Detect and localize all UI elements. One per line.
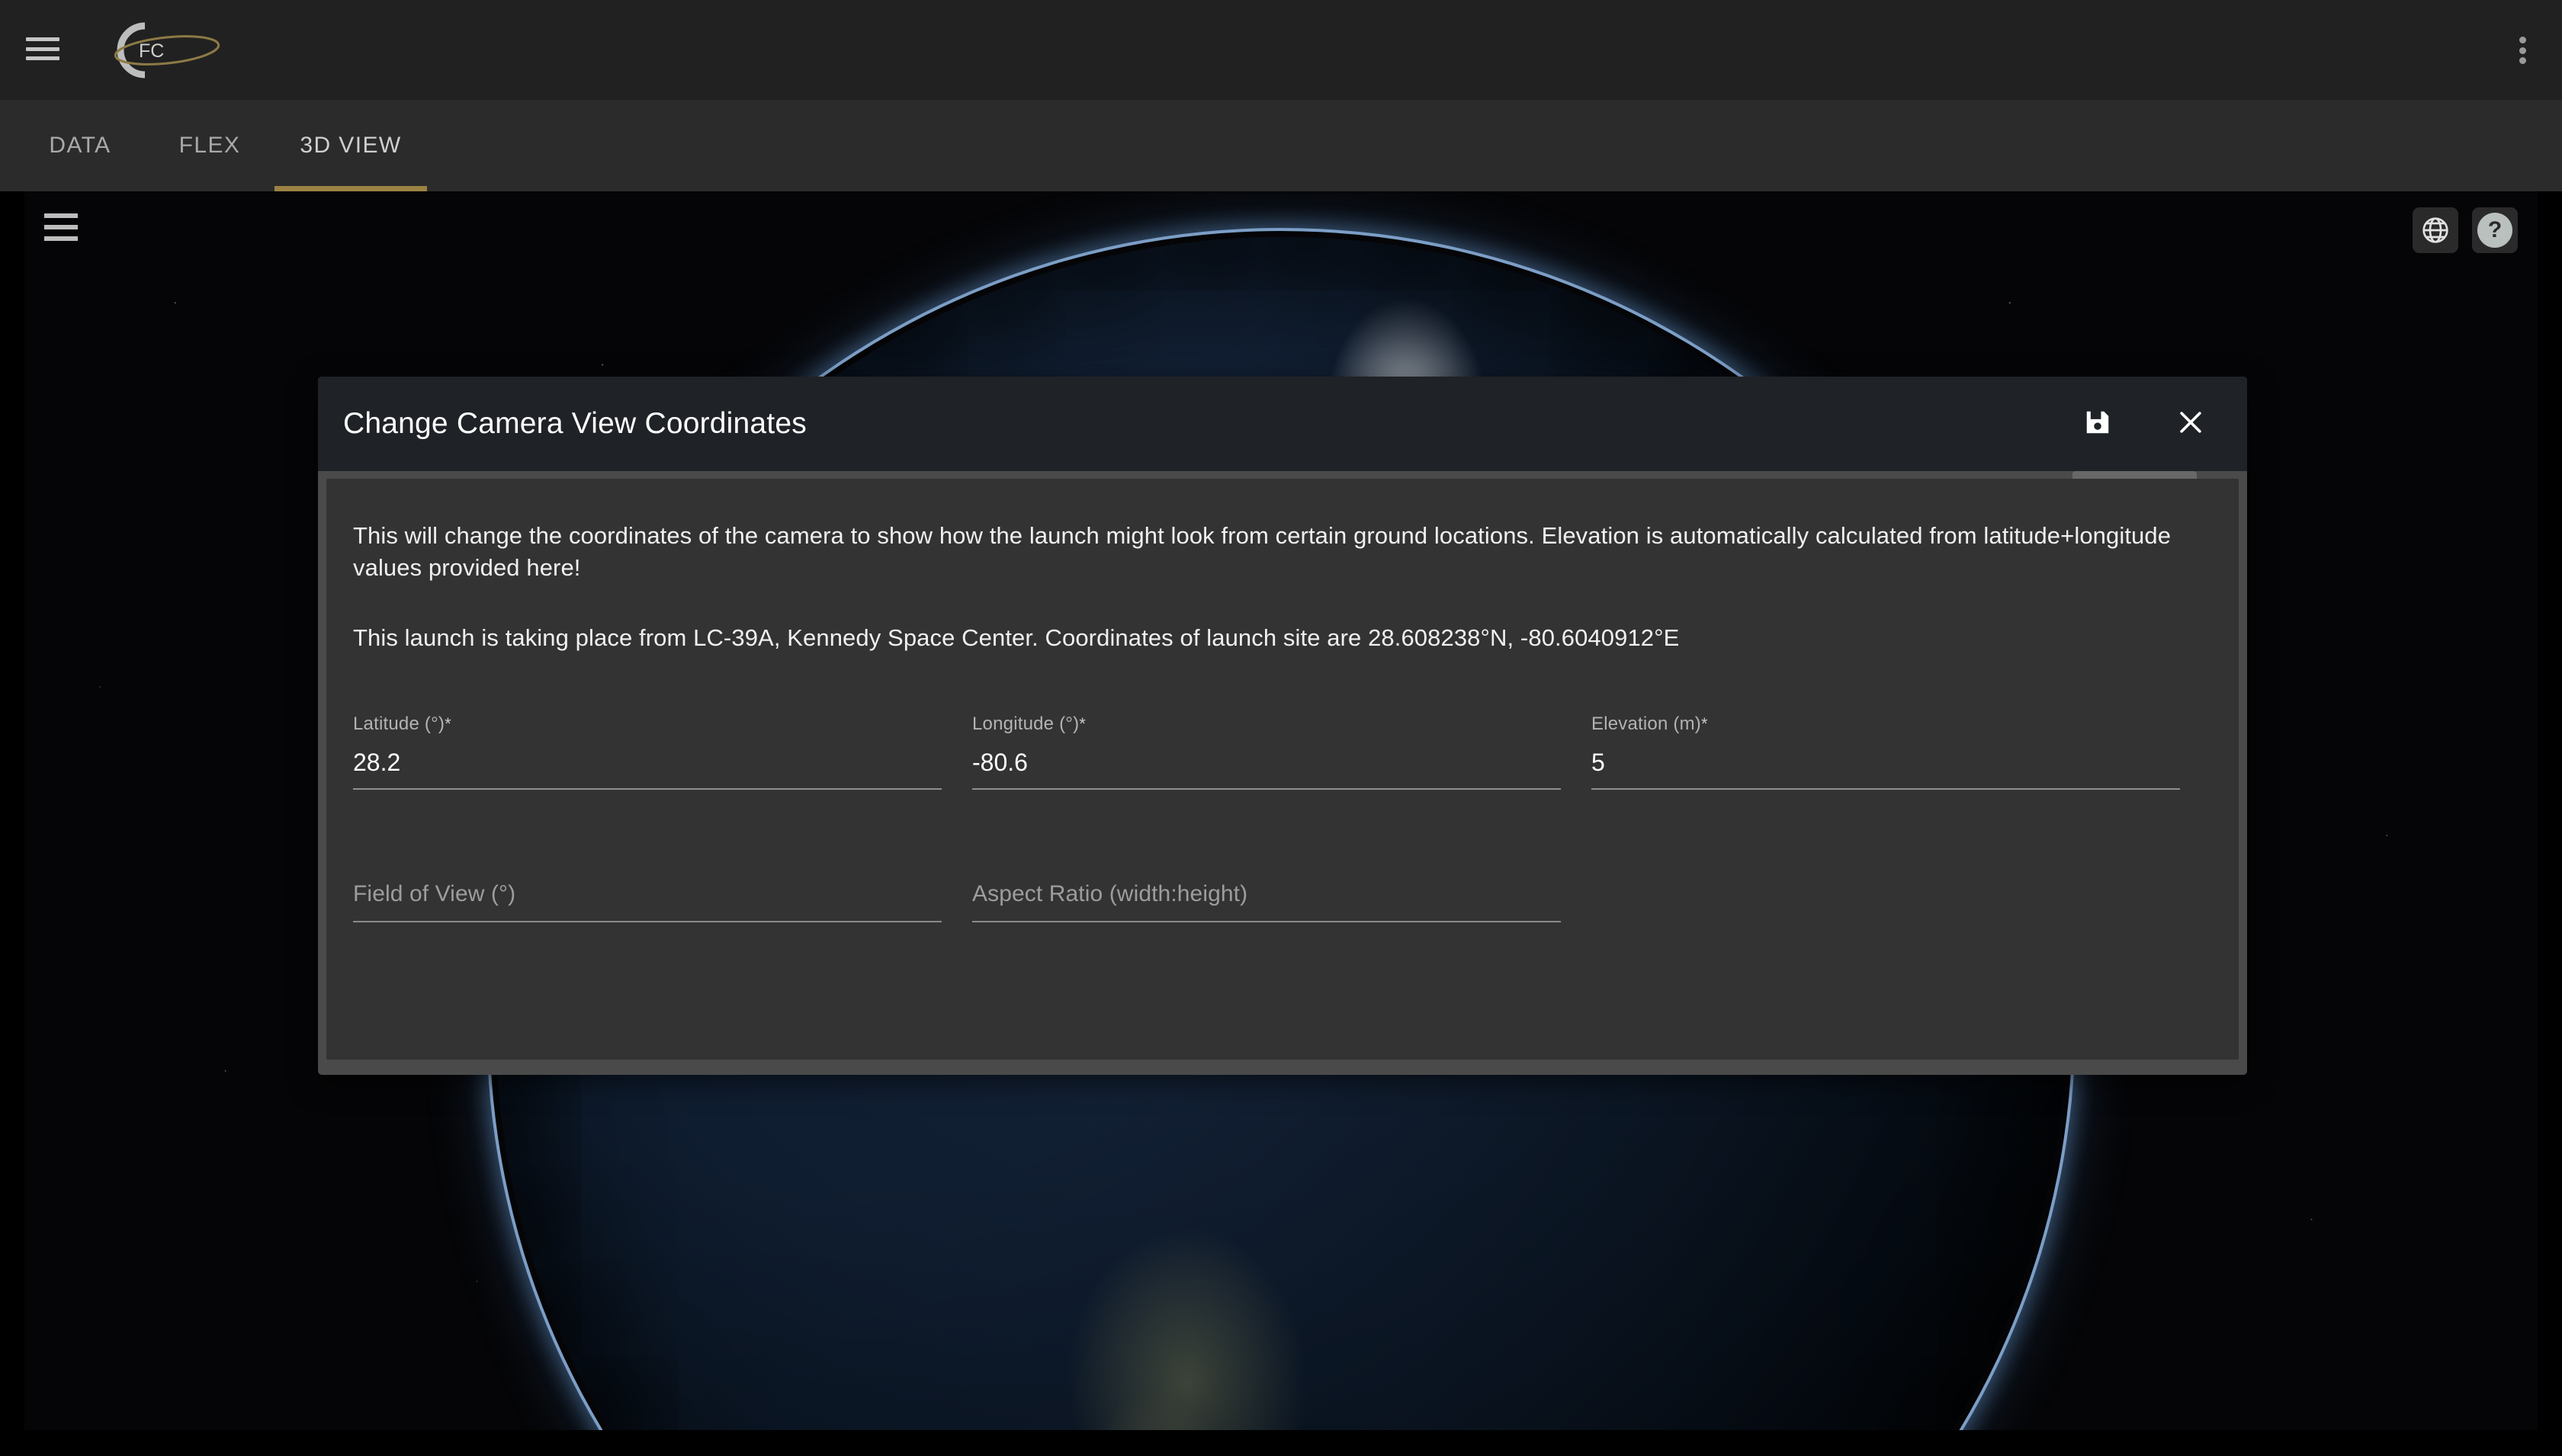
question-mark-icon: ? (2477, 213, 2512, 248)
longitude-field[interactable]: Longitude (°)* -80.6 (972, 714, 1561, 790)
elevation-field[interactable]: Elevation (m)* 5 (1591, 714, 2180, 790)
elevation-underline (1591, 787, 2180, 790)
tab-data-label: DATA (49, 133, 111, 158)
elevation-input[interactable]: 5 (1591, 749, 2180, 782)
aspect-ratio-field[interactable]: Aspect Ratio (width:height) (972, 881, 1561, 922)
latitude-underline (353, 787, 942, 790)
elevation-label: Elevation (m)* (1591, 714, 2180, 736)
dialog-description-1: This will change the coordinates of the … (353, 522, 2172, 581)
viewport-toolbar: ? (2413, 207, 2518, 253)
viewport-hamburger-icon[interactable] (44, 213, 78, 241)
latitude-input[interactable]: 28.2 (353, 749, 942, 782)
help-button-label: ? (2487, 217, 2503, 242)
camera-fields-row: Field of View (°) Aspect Ratio (width:he… (353, 881, 2212, 922)
close-x-icon (2176, 408, 2205, 441)
save-floppy-icon (2083, 408, 2112, 441)
save-button[interactable] (2078, 404, 2117, 444)
longitude-underline (972, 787, 1561, 790)
tab-data[interactable]: DATA (30, 100, 130, 191)
latitude-label-text: Latitude (°) (353, 713, 445, 734)
tab-3d-view[interactable]: 3D VIEW (274, 100, 427, 191)
dialog-body-frame: This will change the coordinates of the … (318, 471, 2247, 1075)
dialog-title: Change Camera View Coordinates (343, 407, 807, 440)
latitude-field[interactable]: Latitude (°)* 28.2 (353, 714, 942, 790)
app-header: FC (0, 0, 2562, 100)
hamburger-icon[interactable] (26, 34, 59, 64)
active-tab-indicator (274, 186, 427, 191)
svg-text:FC: FC (139, 40, 164, 62)
tab-flex[interactable]: FLEX (160, 100, 259, 191)
elevation-label-text: Elevation (m) (1591, 713, 1701, 734)
help-button[interactable]: ? (2472, 207, 2518, 253)
app-root: FC DATA FLEX 3D VIEW ? Change Camera Vie… (0, 0, 2562, 1456)
dialog-header: Change Camera View Coordinates (318, 377, 2247, 502)
dialog-description-2: This launch is taking place from LC-39A,… (353, 624, 1680, 651)
field-of-view-field[interactable]: Field of View (°) (353, 881, 942, 922)
longitude-label: Longitude (°)* (972, 714, 1561, 736)
globe-view-button[interactable] (2413, 207, 2458, 253)
globe-icon (2420, 215, 2451, 245)
coordinate-fields-row: Latitude (°)* 28.2 Longitude (°)* -80.6 (353, 714, 2212, 790)
close-button[interactable] (2171, 404, 2210, 444)
field-of-view-underline (353, 920, 942, 922)
tab-bar: DATA FLEX 3D VIEW (0, 100, 2562, 191)
longitude-required-marker: * (1079, 714, 1087, 733)
longitude-label-text: Longitude (°) (972, 713, 1080, 734)
dialog-actions (2078, 404, 2210, 444)
elevation-required-marker: * (1700, 714, 1708, 733)
change-camera-view-dialog: Change Camera View Coordinates This will… (318, 377, 2247, 1075)
aspect-ratio-underline (972, 920, 1561, 922)
aspect-ratio-placeholder: Aspect Ratio (width:height) (972, 880, 1248, 906)
dialog-body: This will change the coordinates of the … (326, 479, 2239, 1060)
longitude-input[interactable]: -80.6 (972, 749, 1561, 782)
latitude-required-marker: * (445, 714, 451, 733)
kebab-menu-icon[interactable] (2506, 34, 2539, 67)
latitude-label: Latitude (°)* (353, 714, 942, 736)
tab-3d-view-label: 3D VIEW (300, 133, 402, 158)
field-of-view-placeholder: Field of View (°) (353, 880, 516, 906)
app-logo[interactable]: FC (95, 15, 239, 85)
tab-flex-label: FLEX (178, 133, 241, 158)
